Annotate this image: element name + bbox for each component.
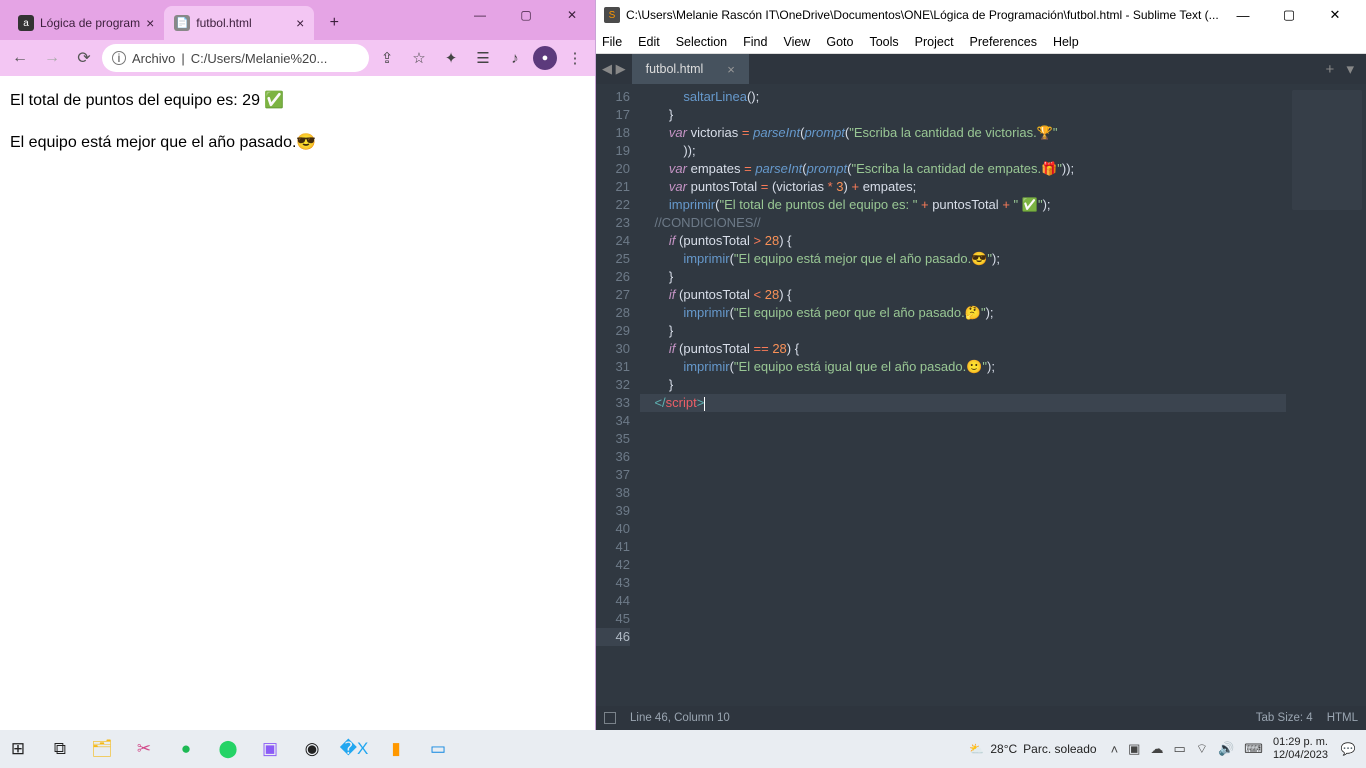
profile-avatar[interactable]: ● xyxy=(533,46,557,70)
clock-time: 01:29 p. m. xyxy=(1273,736,1328,749)
cursor-position: Line 46, Column 10 xyxy=(630,712,730,724)
page-viewport: El total de puntos del equipo es: 29 ✅ E… xyxy=(0,76,595,730)
tab-nav-arrows[interactable]: ◀ ▶ xyxy=(596,61,632,77)
clock-date: 12/04/2023 xyxy=(1273,749,1328,762)
url-scheme: Archivo xyxy=(132,51,175,66)
file-tab-futbol[interactable]: futbol.html × xyxy=(632,54,749,84)
url-sep: | xyxy=(181,51,184,66)
menu-tools[interactable]: Tools xyxy=(869,35,898,49)
tab-overflow-controls[interactable]: + ▾ xyxy=(1318,60,1366,78)
sublime-titlebar: S C:\Users\Melanie Rascón IT\OneDrive\Do… xyxy=(596,0,1366,30)
sublime-window: S C:\Users\Melanie Rascón IT\OneDrive\Do… xyxy=(596,0,1366,730)
menu-file[interactable]: File xyxy=(602,35,622,49)
close-button[interactable]: ✕ xyxy=(549,0,595,30)
menu-selection[interactable]: Selection xyxy=(676,35,727,49)
tab-title: futbol.html xyxy=(196,16,290,30)
close-icon[interactable]: × xyxy=(296,15,304,31)
tray-wifi-icon[interactable]: ⌔ xyxy=(1196,741,1208,757)
tray-battery-icon[interactable]: ▭ xyxy=(1173,741,1185,757)
spotify-icon[interactable]: ● xyxy=(174,737,198,761)
url-path: C:/Users/Melanie%20... xyxy=(191,51,328,66)
close-button[interactable]: ✕ xyxy=(1312,0,1358,30)
forward-button[interactable]: → xyxy=(38,44,66,72)
chrome-titlebar: a Lógica de program × 📄 futbol.html × + … xyxy=(0,0,595,40)
tab-strip: a Lógica de program × 📄 futbol.html × + xyxy=(0,0,348,40)
favicon-icon: 📄 xyxy=(174,15,190,31)
taskbar-apps: ⊞ ⧉ 🗂 ✂ ● ⬤ ▣ ◉ �X ▮ ▭ xyxy=(6,737,450,761)
close-icon[interactable]: × xyxy=(146,15,154,31)
weather-icon: ⛅ xyxy=(969,742,984,756)
file-tab-name: futbol.html xyxy=(646,62,704,76)
maximize-button[interactable]: ▢ xyxy=(1266,0,1312,30)
system-tray: ˄ ▣ ☁ ▭ ⌔ 🔊 ⌨ xyxy=(1111,741,1263,757)
menu-goto[interactable]: Goto xyxy=(826,35,853,49)
extensions-icon[interactable]: ✦ xyxy=(437,44,465,72)
tray-meet-icon[interactable]: ▣ xyxy=(1128,741,1140,757)
omnibox[interactable]: i Archivo | C:/Users/Melanie%20... xyxy=(102,44,369,72)
new-tab-button[interactable]: + xyxy=(320,9,348,37)
windows-taskbar: ⊞ ⧉ 🗂 ✂ ● ⬤ ▣ ◉ �X ▮ ▭ ⛅ 28°C Parc. sole… xyxy=(0,730,1366,768)
chrome-window: a Lógica de program × 📄 futbol.html × + … xyxy=(0,0,596,730)
menu-edit[interactable]: Edit xyxy=(638,35,660,49)
bookmark-icon[interactable]: ☆ xyxy=(405,44,433,72)
output-comparison: El equipo está mejor que el año pasado.😎 xyxy=(10,132,585,152)
address-bar: ← → ⟳ i Archivo | C:/Users/Melanie%20...… xyxy=(0,40,595,76)
code-editor[interactable]: saltarLinea(); } var victorias = parseIn… xyxy=(640,84,1286,706)
notifications-icon[interactable]: 💬 xyxy=(1336,737,1360,761)
minimap[interactable] xyxy=(1286,84,1366,706)
weather-widget[interactable]: ⛅ 28°C Parc. soleado xyxy=(969,742,1096,756)
tab-futbol[interactable]: 📄 futbol.html × xyxy=(164,6,314,40)
music-ext-icon[interactable]: ♪ xyxy=(501,44,529,72)
start-button[interactable]: ⊞ xyxy=(6,737,30,761)
output-total: El total de puntos del equipo es: 29 ✅ xyxy=(10,90,585,110)
favicon-icon: a xyxy=(18,15,34,31)
share-icon[interactable]: ⇪ xyxy=(373,44,401,72)
sublime-app-icon: S xyxy=(604,7,620,23)
weather-temp: 28°C xyxy=(990,742,1017,756)
close-icon[interactable]: × xyxy=(727,62,735,77)
tab-size[interactable]: Tab Size: 4 xyxy=(1256,712,1313,724)
reload-button[interactable]: ⟳ xyxy=(70,44,98,72)
vscode-icon[interactable]: �X xyxy=(342,737,366,761)
syntax-lang[interactable]: HTML xyxy=(1327,712,1358,724)
minimize-button[interactable]: — xyxy=(1220,0,1266,30)
tray-lang-icon[interactable]: ⌨ xyxy=(1244,741,1263,757)
window-controls: — ▢ ✕ xyxy=(457,0,595,30)
sublime-icon[interactable]: ▮ xyxy=(384,737,408,761)
menu-icon[interactable]: ⋮ xyxy=(561,44,589,72)
tab-title: Lógica de program xyxy=(40,16,140,30)
window-controls: — ▢ ✕ xyxy=(1220,0,1358,30)
tray-onedrive-icon[interactable]: ☁ xyxy=(1150,741,1163,757)
menu-help[interactable]: Help xyxy=(1053,35,1079,49)
maximize-button[interactable]: ▢ xyxy=(503,0,549,30)
statusbar: Line 46, Column 10 Tab Size: 4 HTML xyxy=(596,706,1366,730)
menu-find[interactable]: Find xyxy=(743,35,767,49)
menu-view[interactable]: View xyxy=(783,35,810,49)
menu-project[interactable]: Project xyxy=(915,35,954,49)
tab-logica[interactable]: a Lógica de program × xyxy=(8,6,164,40)
screen-share-icon[interactable]: ▭ xyxy=(426,737,450,761)
tray-volume-icon[interactable]: 🔊 xyxy=(1218,741,1234,757)
back-button[interactable]: ← xyxy=(6,44,34,72)
minimize-button[interactable]: — xyxy=(457,0,503,30)
chrome-icon[interactable]: ◉ xyxy=(300,737,324,761)
snip-icon[interactable]: ✂ xyxy=(132,737,156,761)
tab-bar: ◀ ▶ futbol.html × + ▾ xyxy=(596,54,1366,84)
weather-desc: Parc. soleado xyxy=(1023,742,1096,756)
editor-area: 1617181920 21222324252627282930313233343… xyxy=(596,84,1366,706)
menu-preferences[interactable]: Preferences xyxy=(970,35,1037,49)
file-explorer-icon[interactable]: 🗂 xyxy=(90,737,114,761)
gutter[interactable]: 1617181920 21222324252627282930313233343… xyxy=(596,84,640,706)
menubar: File Edit Selection Find View Goto Tools… xyxy=(596,30,1366,54)
site-info-icon[interactable]: i xyxy=(112,51,126,65)
task-view-icon[interactable]: ⧉ xyxy=(48,737,72,761)
panel-switcher-icon[interactable] xyxy=(604,712,616,724)
tray-chevron-icon[interactable]: ˄ xyxy=(1111,742,1119,757)
whatsapp-icon[interactable]: ⬤ xyxy=(216,737,240,761)
clock[interactable]: 01:29 p. m. 12/04/2023 xyxy=(1273,736,1328,762)
photos-icon[interactable]: ▣ xyxy=(258,737,282,761)
reading-list-icon[interactable]: ☰ xyxy=(469,44,497,72)
sublime-title: C:\Users\Melanie Rascón IT\OneDrive\Docu… xyxy=(626,8,1220,22)
